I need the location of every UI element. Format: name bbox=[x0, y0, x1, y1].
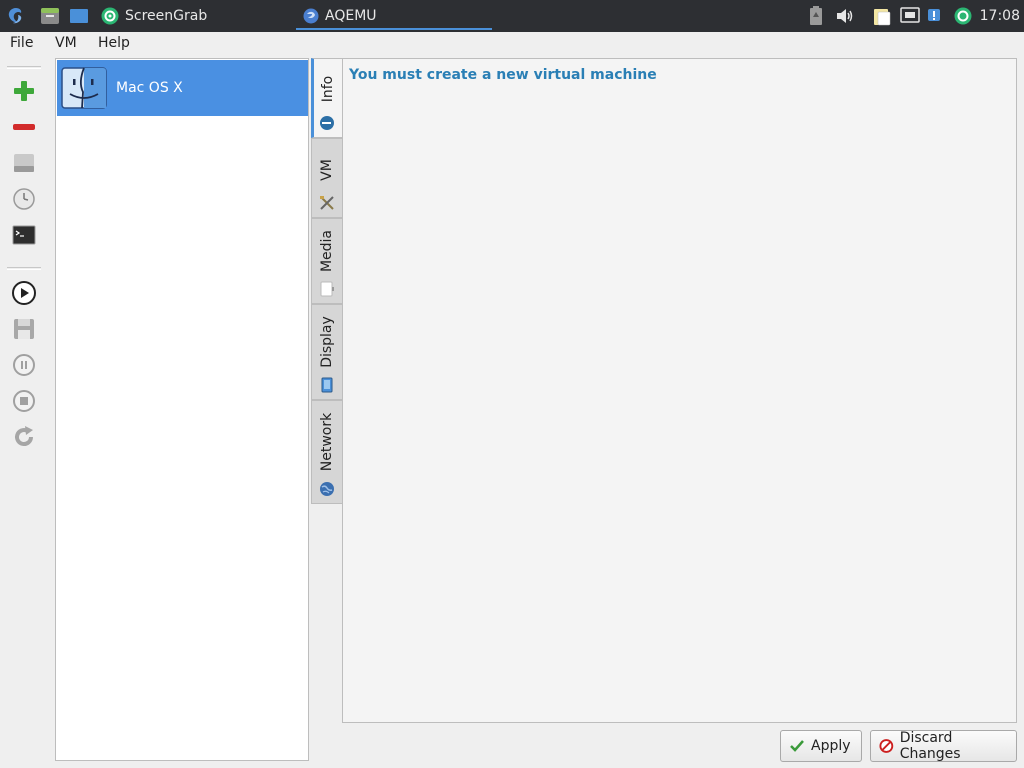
tray-network[interactable] bbox=[900, 0, 920, 32]
reload-icon bbox=[15, 426, 34, 447]
clock-icon bbox=[13, 188, 35, 210]
menu-help[interactable]: Help bbox=[98, 35, 130, 51]
discard-button-label: Discard Changes bbox=[899, 730, 961, 762]
hard-drive-icon bbox=[14, 154, 34, 172]
terminal-icon bbox=[12, 225, 36, 245]
screengrab-icon bbox=[101, 7, 119, 25]
tray-volume[interactable] bbox=[836, 0, 854, 32]
file-manager-button[interactable] bbox=[40, 0, 60, 32]
play-icon bbox=[12, 281, 36, 305]
apply-button-label: Apply bbox=[811, 738, 851, 754]
vm-list-item[interactable]: Mac OS X bbox=[57, 60, 308, 116]
remove-vm-icon bbox=[13, 124, 35, 130]
vm-list-item-label: Mac OS X bbox=[116, 80, 183, 96]
tab-label: VM bbox=[319, 159, 335, 181]
save-icon bbox=[14, 319, 34, 339]
tab-label: Display bbox=[319, 316, 335, 368]
taskbar: ScreenGrab AQEMU 17:08 bbox=[0, 0, 1024, 32]
aqemu-icon bbox=[303, 8, 319, 24]
tab-network[interactable]: Network bbox=[311, 400, 342, 504]
taskbar-app-label: AQEMU bbox=[325, 8, 377, 24]
vm-list[interactable]: Mac OS X bbox=[55, 58, 309, 761]
clock-button[interactable] bbox=[10, 185, 38, 213]
stop-icon bbox=[13, 390, 35, 412]
taskbar-app-label: ScreenGrab bbox=[125, 8, 208, 24]
media-icon bbox=[320, 281, 334, 297]
remove-vm-button[interactable] bbox=[10, 113, 38, 141]
add-vm-icon bbox=[14, 81, 34, 101]
network-tray-icon bbox=[900, 7, 920, 23]
pause-vm-button[interactable] bbox=[10, 351, 38, 379]
mac-finder-icon bbox=[61, 67, 107, 109]
clock[interactable]: 17:08 bbox=[980, 0, 1020, 32]
tray-screengrab[interactable] bbox=[954, 0, 972, 32]
discard-changes-button[interactable]: Discard Changes bbox=[870, 730, 1017, 762]
tab-display[interactable]: Display bbox=[311, 304, 342, 400]
hard-drive-button[interactable] bbox=[10, 149, 38, 177]
toolbar-separator bbox=[7, 267, 41, 270]
info-icon bbox=[320, 116, 334, 130]
taskbar-app-screengrab[interactable]: ScreenGrab bbox=[101, 0, 207, 32]
tray-notifications[interactable] bbox=[927, 0, 941, 32]
menu-file[interactable]: File bbox=[10, 35, 33, 51]
tab-label: Network bbox=[319, 412, 335, 472]
info-message: You must create a new virtual machine bbox=[349, 67, 657, 83]
notification-icon bbox=[928, 9, 940, 21]
network-icon bbox=[320, 482, 334, 496]
toolbar-separator bbox=[7, 66, 41, 69]
terminal-button[interactable] bbox=[10, 221, 38, 249]
menubar: File VM Help bbox=[0, 32, 1024, 54]
tab-label: Media bbox=[319, 229, 335, 273]
volume-icon bbox=[837, 9, 853, 23]
pause-icon bbox=[13, 354, 35, 376]
tab-label: Info bbox=[320, 75, 336, 103]
vertical-tab-bar: Info VM Media Display Network bbox=[311, 58, 342, 504]
screengrab-tray-icon bbox=[954, 7, 972, 25]
tab-media[interactable]: Media bbox=[311, 218, 342, 304]
start-menu-button[interactable] bbox=[6, 0, 26, 32]
menu-vm[interactable]: VM bbox=[55, 35, 77, 51]
active-app-indicator bbox=[296, 28, 492, 30]
cancel-icon bbox=[879, 739, 894, 753]
tools-icon bbox=[320, 196, 334, 210]
clipboard-icon bbox=[874, 9, 891, 26]
start-vm-button[interactable] bbox=[10, 279, 38, 307]
start-menu-icon bbox=[8, 8, 22, 24]
show-desktop-button[interactable] bbox=[69, 0, 89, 32]
desktop-icon bbox=[70, 9, 88, 23]
tab-info[interactable]: Info bbox=[311, 58, 342, 138]
info-panel: You must create a new virtual machine bbox=[342, 58, 1017, 723]
add-vm-button[interactable] bbox=[10, 77, 38, 105]
vm-toolbar bbox=[0, 58, 48, 458]
save-vm-button[interactable] bbox=[10, 315, 38, 343]
reload-vm-button[interactable] bbox=[10, 423, 38, 451]
tray-battery[interactable] bbox=[808, 0, 824, 32]
display-icon bbox=[321, 377, 333, 393]
checkmark-icon bbox=[790, 740, 804, 752]
apply-button[interactable]: Apply bbox=[780, 730, 862, 762]
tray-clipboard[interactable] bbox=[872, 0, 892, 32]
tab-vm[interactable]: VM bbox=[311, 138, 342, 218]
stop-vm-button[interactable] bbox=[10, 387, 38, 415]
file-manager-icon bbox=[41, 8, 59, 24]
battery-icon bbox=[810, 6, 822, 25]
